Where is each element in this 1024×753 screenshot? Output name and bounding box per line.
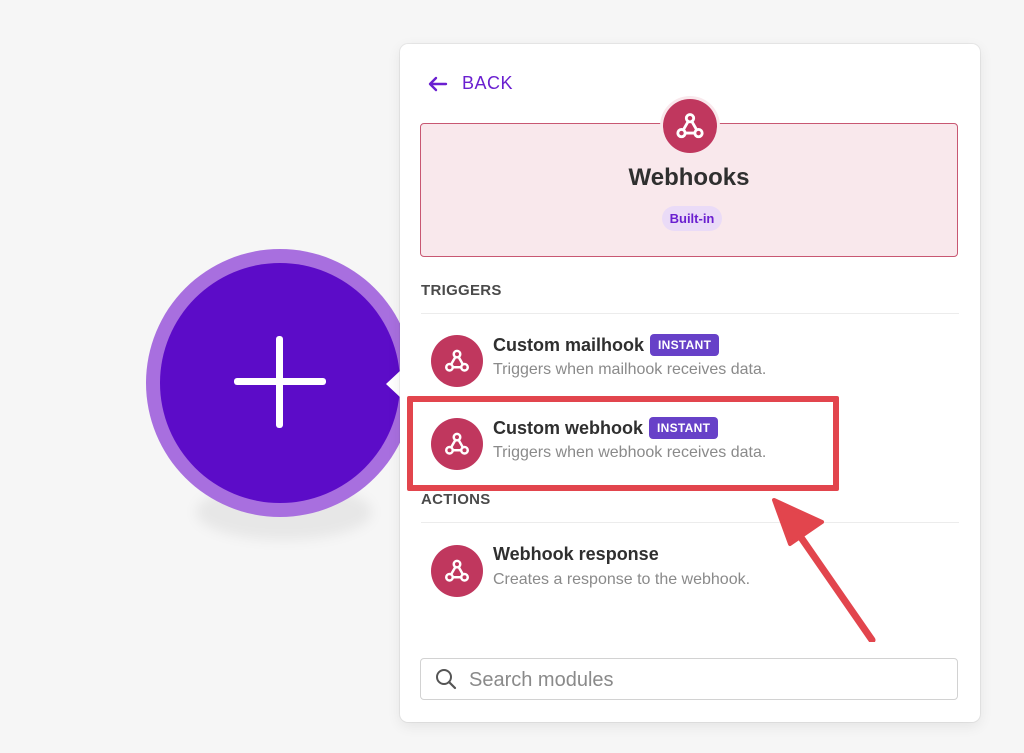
plus-icon: [276, 336, 283, 428]
instant-badge: INSTANT: [650, 334, 720, 356]
webhook-icon: [431, 335, 483, 387]
annotation-arrow: [772, 498, 876, 642]
arrow-left-icon: [428, 76, 448, 91]
search-box[interactable]: [420, 658, 958, 700]
module-description: Triggers when mailhook receives data.: [493, 361, 767, 378]
actions-heading: ACTIONS: [421, 491, 491, 508]
built-in-badge: Built-in: [662, 206, 722, 231]
back-button[interactable]: BACK: [428, 73, 513, 94]
panel-pointer: [386, 370, 401, 398]
module-description: Creates a response to the webhook.: [493, 571, 751, 588]
webhook-icon: [431, 545, 483, 597]
triggers-heading: TRIGGERS: [421, 282, 502, 299]
search-icon: [436, 669, 457, 690]
webhook-icon: [663, 99, 717, 153]
module-title-text: Custom mailhook: [493, 335, 645, 355]
module-title: Custom mailhook INSTANT: [493, 334, 720, 356]
back-label: BACK: [462, 73, 514, 93]
app-title: Webhooks: [628, 164, 750, 191]
divider: [421, 313, 959, 314]
module-item-custom-mailhook[interactable]: Custom mailhook INSTANT Triggers when mai…: [420, 334, 960, 405]
search-input[interactable]: [467, 665, 951, 695]
highlight-box: [407, 396, 839, 491]
module-title: Webhook response: [493, 544, 659, 564]
